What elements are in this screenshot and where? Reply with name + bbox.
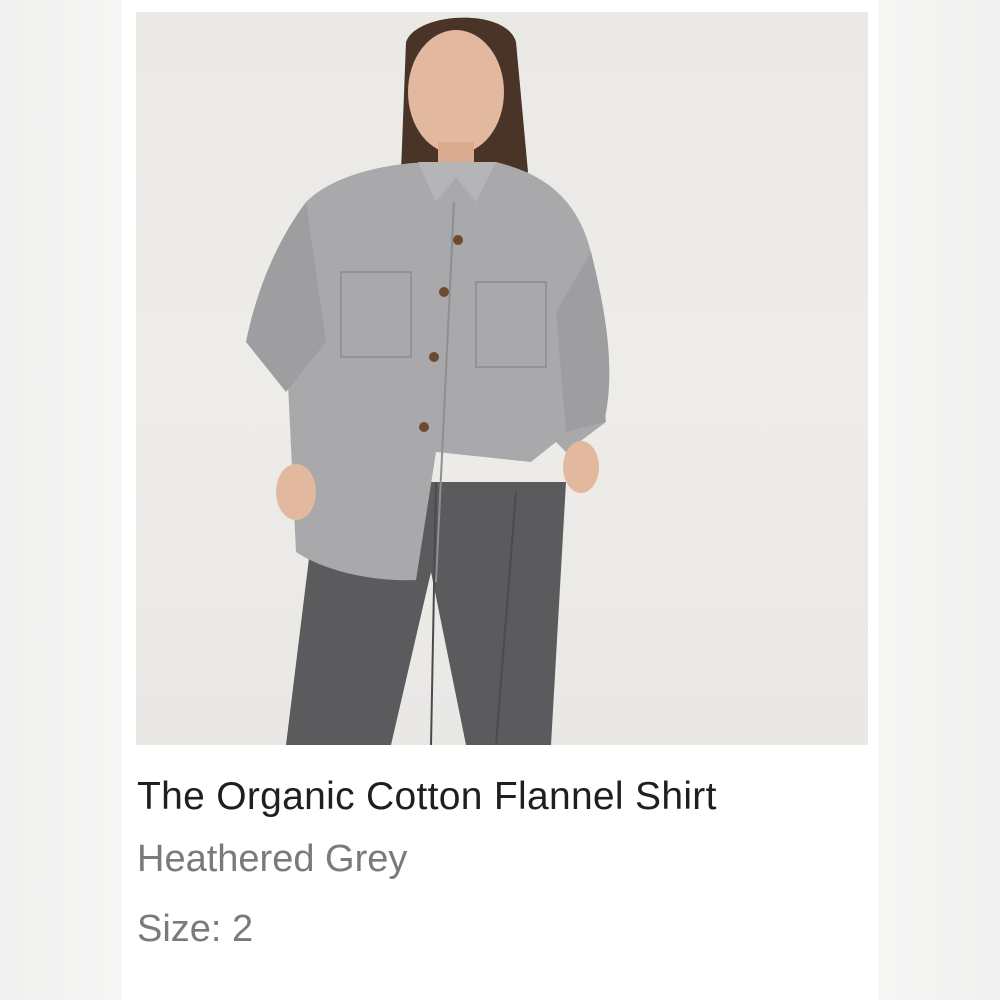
background-blur-right [878, 0, 1000, 1000]
product-card[interactable]: The Organic Cotton Flannel Shirt Heather… [122, 0, 878, 1000]
model-illustration [246, 17, 610, 745]
product-title[interactable]: The Organic Cotton Flannel Shirt [137, 775, 717, 819]
product-color: Heathered Grey [137, 838, 408, 880]
product-size: Size: 2 [137, 908, 254, 950]
background-blur-left [0, 0, 122, 1000]
product-image[interactable] [136, 12, 868, 745]
